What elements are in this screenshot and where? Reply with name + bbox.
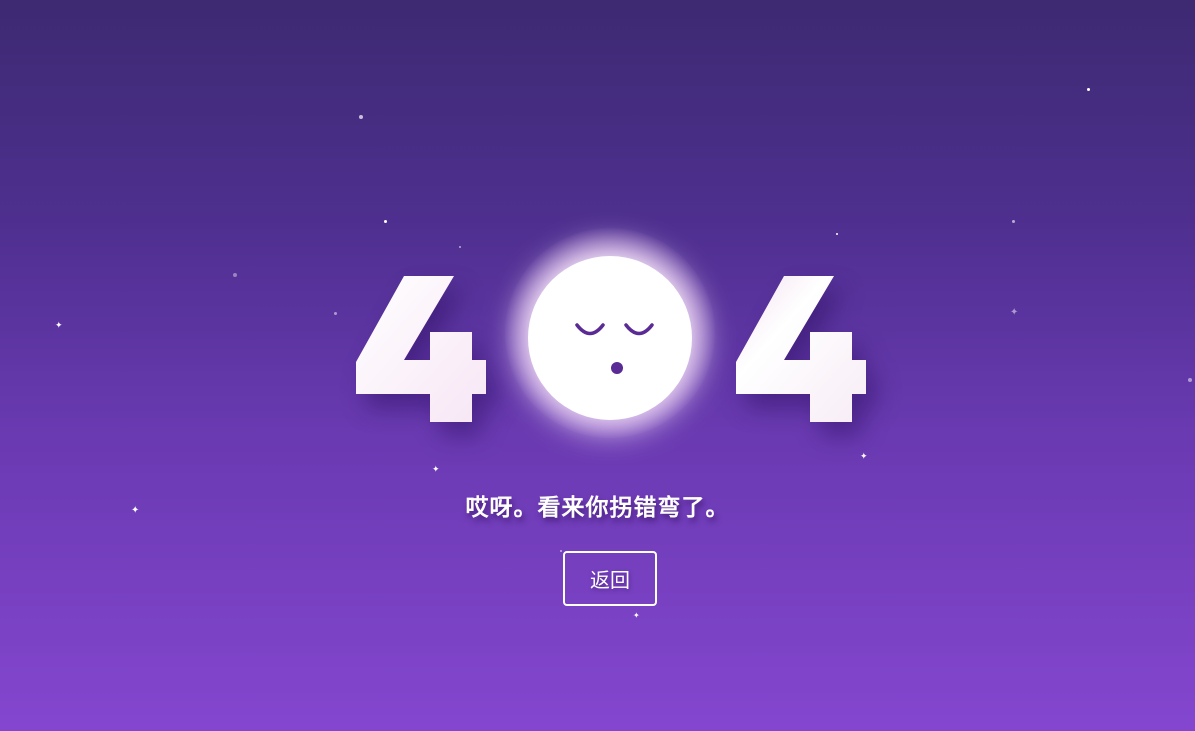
back-button[interactable]: 返回 xyxy=(563,551,657,606)
sparkle-icon: ✦ xyxy=(860,452,868,462)
moon-face xyxy=(575,323,654,374)
star-icon xyxy=(384,220,387,223)
star-icon xyxy=(233,273,237,277)
digit-four-shape xyxy=(736,276,866,422)
error-code-digit-right xyxy=(736,276,866,422)
mouth-icon xyxy=(611,362,623,374)
right-closed-eye-icon xyxy=(624,323,654,336)
star-icon xyxy=(1012,220,1015,223)
error-code-digit-left xyxy=(356,276,486,422)
star-icon xyxy=(334,312,337,315)
sparkle-icon: ✦ xyxy=(1010,307,1019,318)
star-icon xyxy=(560,550,562,552)
sparkle-icon: ✦ xyxy=(432,465,440,475)
digit-four-shape xyxy=(356,276,486,422)
star-icon xyxy=(836,233,838,235)
error-page: ✦ ✦ ✦ ✦ ✦ ✦ 哎呀。看来你拐错弯了。 返回 xyxy=(0,0,1195,731)
error-message: 哎呀。看来你拐错弯了。 xyxy=(465,495,730,521)
sparkle-icon: ✦ xyxy=(633,611,640,620)
star-icon xyxy=(359,115,363,119)
left-closed-eye-icon xyxy=(575,323,605,336)
sparkle-icon: ✦ xyxy=(55,321,63,331)
star-icon xyxy=(459,246,461,248)
star-icon xyxy=(1188,378,1192,382)
sleeping-moon-face-icon xyxy=(528,256,692,420)
star-icon xyxy=(1087,88,1090,91)
